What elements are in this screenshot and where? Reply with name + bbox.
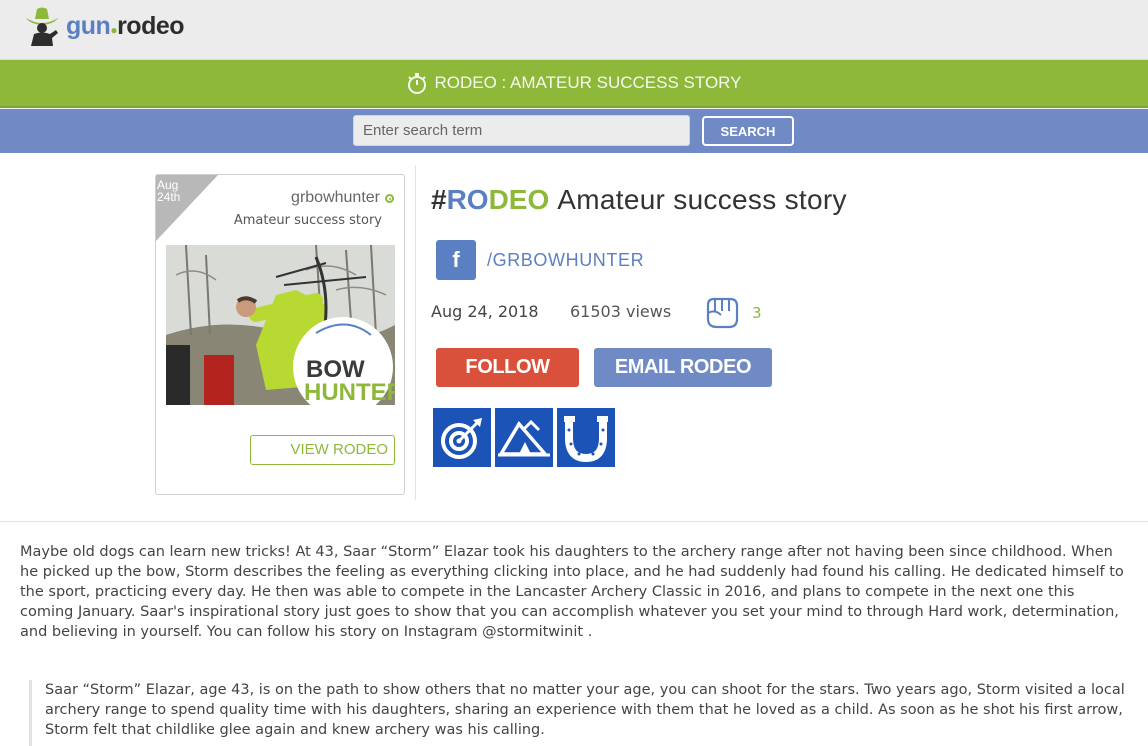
cowboy-logo-icon xyxy=(26,7,58,46)
view-rodeo-button[interactable]: VIEW RODEO xyxy=(250,435,395,465)
card-date: Aug 24th xyxy=(157,178,181,204)
tent-icon xyxy=(497,419,550,457)
follow-button[interactable]: FOLLOW xyxy=(436,348,579,387)
rodeo-card: Aug 24th grbowhunter Amateur success sto… xyxy=(155,174,405,495)
view-count: 61503 views xyxy=(570,302,672,321)
banner-title: RODEO : AMATEUR SUCCESS STORY xyxy=(434,73,742,92)
card-username[interactable]: grbowhunter xyxy=(291,189,380,207)
fist-bump-count: 3 xyxy=(752,304,762,322)
post-headline: #RODEO Amateur success story xyxy=(431,184,847,215)
post-date: Aug 24, 2018 xyxy=(431,302,539,321)
search-input[interactable] xyxy=(353,115,690,146)
facebook-icon[interactable]: f xyxy=(436,240,476,280)
post-title: Amateur success story xyxy=(557,184,847,215)
fist-bump-icon[interactable] xyxy=(703,295,741,331)
search-button[interactable]: SEARCH xyxy=(702,116,794,146)
content-divider xyxy=(0,521,1148,522)
site-logo[interactable]: gun●rodeo xyxy=(22,4,185,48)
facebook-handle-link[interactable]: /GRBOWHUNTER xyxy=(487,250,644,271)
bowhunter-logo-line2: HUNTER xyxy=(304,379,395,405)
top-header: gun●rodeo xyxy=(0,0,1148,60)
story-quote: Saar “Storm” Elazar, age 43, is on the p… xyxy=(29,680,1129,746)
card-subtitle: Amateur success story xyxy=(233,213,382,228)
story-paragraph: Maybe old dogs can learn new tricks! At … xyxy=(20,544,1124,640)
category-banner: RODEO : AMATEUR SUCCESS STORY xyxy=(0,60,1148,108)
email-rodeo-button[interactable]: EMAIL RODEO xyxy=(594,348,772,387)
archer-image: BOW HUNTER xyxy=(166,245,395,405)
rodeo-photo[interactable]: BOW HUNTER xyxy=(166,245,395,405)
online-status-icon xyxy=(385,194,394,203)
target-icon xyxy=(441,418,482,459)
search-bar: SEARCH xyxy=(0,109,1148,153)
badge-horseshoe[interactable] xyxy=(557,408,615,467)
logo-text: gun●rodeo xyxy=(66,11,185,40)
badge-target[interactable] xyxy=(433,408,491,467)
badge-tent[interactable] xyxy=(495,408,553,467)
vertical-divider xyxy=(415,165,416,500)
stopwatch-icon xyxy=(408,73,427,94)
horseshoe-icon xyxy=(564,416,608,463)
